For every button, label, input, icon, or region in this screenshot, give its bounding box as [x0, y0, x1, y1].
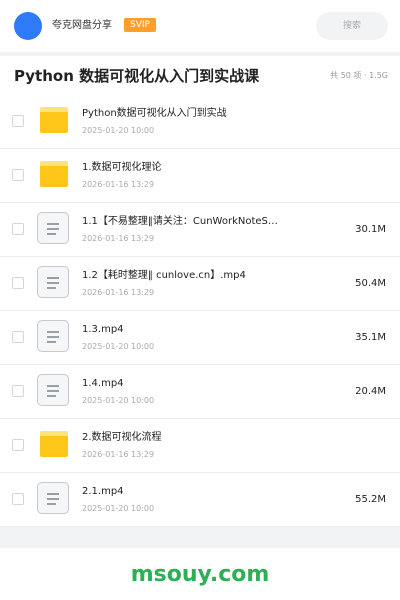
list-item[interactable]: 1.3.mp4 2025-01-20 10:00 35.1M: [0, 311, 400, 365]
file-name: Python数据可视化从入门到实战: [82, 108, 227, 119]
select-checkbox[interactable]: [12, 277, 24, 289]
list-item[interactable]: 1.2【耗时整理‖ cunlove.cn】.mp4 2026-01-16 13:2…: [0, 257, 400, 311]
list-item[interactable]: 1.1【不易整理‖请关注：CunWorkNoteS… 2026-01-16 13:…: [0, 203, 400, 257]
list-item[interactable]: 2.数据可视化流程 2026-01-16 13:29: [0, 419, 400, 473]
file-icon: [37, 212, 69, 244]
list-item[interactable]: 2.1.mp4 2025-01-20 10:00 55.2M: [0, 473, 400, 527]
file-date: 2026-01-16 13:29: [82, 288, 155, 297]
file-name: 1.4.mp4: [82, 378, 124, 389]
file-name: 1.数据可视化理论: [82, 162, 162, 173]
file-icon: [37, 482, 69, 514]
file-date: 2025-01-20 10:00: [82, 396, 155, 405]
footer: msouy.com: [0, 548, 400, 600]
search-placeholder: 搜索: [342, 21, 361, 31]
file-name: 2.数据可视化流程: [82, 432, 162, 443]
file-size: 35.1M: [355, 332, 386, 343]
watermark: msouy.com: [130, 562, 270, 587]
select-checkbox[interactable]: [12, 331, 24, 343]
select-checkbox[interactable]: [12, 385, 24, 397]
select-checkbox[interactable]: [12, 169, 24, 181]
file-list: Python数据可视化从入门到实战 2025-01-20 10:00 1.数据可视化…: [0, 95, 400, 527]
select-checkbox[interactable]: [12, 223, 24, 235]
share-summary: 共 50 项 · 1.5G: [330, 71, 388, 80]
file-size: 20.4M: [355, 386, 386, 397]
folder-icon: [40, 107, 68, 133]
file-date: 2026-01-16 13:29: [82, 450, 155, 459]
page-title: Python 数据可视化从入门到实战课: [14, 67, 260, 85]
file-size: 55.2M: [355, 494, 386, 505]
share-title-bar: Python 数据可视化从入门到实战课 共 50 项 · 1.5G: [0, 56, 400, 96]
file-name: 1.3.mp4: [82, 324, 124, 335]
list-item[interactable]: 1.数据可视化理论 2026-01-16 13:29: [0, 149, 400, 203]
file-icon: [37, 320, 69, 352]
file-icon: [37, 374, 69, 406]
svip-badge: SVIP: [124, 18, 156, 32]
file-date: 2025-01-20 10:00: [82, 126, 155, 135]
folder-icon: [40, 431, 68, 457]
file-name: 1.1【不易整理‖请关注：CunWorkNoteS…: [82, 216, 278, 227]
share-header: 夸克网盘分享 SVIP 搜索: [0, 0, 400, 52]
file-size: 50.4M: [355, 278, 386, 289]
file-date: 2026-01-16 13:29: [82, 180, 155, 189]
file-date: 2025-01-20 10:00: [82, 342, 155, 351]
file-name: 2.1.mp4: [82, 486, 124, 497]
list-item[interactable]: 1.4.mp4 2025-01-20 10:00 20.4M: [0, 365, 400, 419]
search-input[interactable]: 搜索: [316, 12, 388, 40]
file-size: 30.1M: [355, 224, 386, 235]
select-checkbox[interactable]: [12, 115, 24, 127]
select-checkbox[interactable]: [12, 439, 24, 451]
avatar[interactable]: [14, 12, 42, 40]
file-icon: [37, 266, 69, 298]
file-date: 2026-01-16 13:29: [82, 234, 155, 243]
list-item[interactable]: Python数据可视化从入门到实战 2025-01-20 10:00: [0, 95, 400, 149]
select-checkbox[interactable]: [12, 493, 24, 505]
owner-name[interactable]: 夸克网盘分享: [52, 19, 112, 33]
file-name: 1.2【耗时整理‖ cunlove.cn】.mp4: [82, 270, 246, 281]
folder-icon: [40, 161, 68, 187]
file-date: 2025-01-20 10:00: [82, 504, 155, 513]
